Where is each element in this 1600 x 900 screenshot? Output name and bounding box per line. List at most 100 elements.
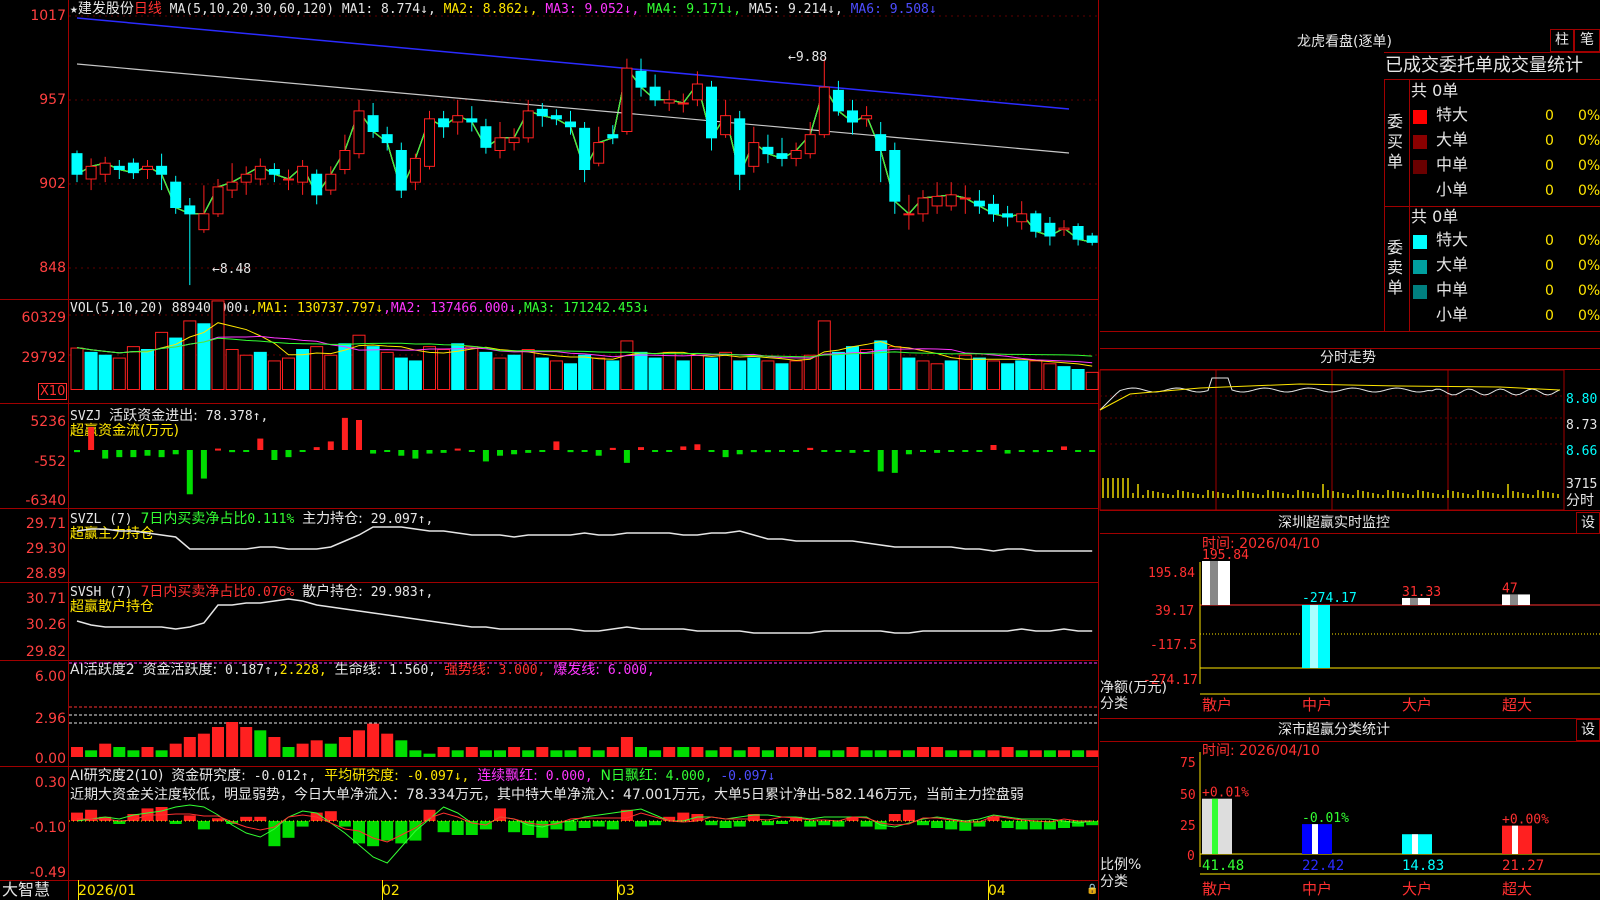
ai1-bar — [395, 740, 408, 757]
svzj-bar — [1089, 450, 1096, 452]
sell-row-pct: 0% — [1578, 258, 1600, 274]
vol-bar — [648, 357, 662, 391]
intraday-vol-bar — [1452, 491, 1454, 498]
vol-bar — [239, 354, 253, 390]
intraday-chart[interactable] — [1099, 369, 1600, 511]
intraday-vol-bar — [1177, 490, 1179, 498]
vol-axis-label: 29792 — [21, 350, 66, 366]
intraday-vol-bar — [1482, 491, 1484, 498]
vol-bar — [437, 349, 451, 390]
high-annotation: ←9.88 — [788, 50, 828, 65]
sell-row-count: 0 — [1545, 308, 1554, 324]
candle-body — [184, 205, 196, 215]
monitor-title: 深圳超赢实时监控 — [1278, 515, 1390, 531]
intraday-vol-bar — [1122, 478, 1124, 498]
intraday-vol-bar — [1427, 492, 1429, 498]
ai1-bar — [776, 747, 788, 757]
ai1-bar — [338, 737, 351, 757]
ai1-bar — [367, 723, 380, 757]
candle-body — [889, 150, 901, 202]
svzj-bar — [313, 447, 320, 450]
candle-body — [522, 110, 534, 139]
svzj-chart[interactable] — [69, 404, 1098, 508]
intraday-title: 分时走势 — [1320, 350, 1376, 366]
ai-activity-chart[interactable] — [69, 661, 1099, 766]
dragon-tabs[interactable]: 已成交委托单成交量统计 — [1385, 56, 1583, 76]
dragon-divider — [1100, 331, 1600, 332]
vol-bar — [380, 351, 394, 390]
intraday-vol-bar — [1407, 494, 1409, 498]
classify-bar-value: 14.83 — [1402, 858, 1444, 874]
vol-bar — [902, 357, 916, 391]
svzj-bar — [849, 450, 856, 453]
svzj-bar — [793, 450, 800, 452]
candle-body — [988, 203, 999, 215]
ai-research-chart[interactable] — [69, 767, 1099, 880]
ai2-bar — [451, 821, 464, 835]
monitor-settings-button[interactable]: 设 — [1576, 512, 1600, 534]
classify-settings-button[interactable]: 设 — [1576, 719, 1600, 741]
svzj-bar — [1018, 450, 1025, 452]
ai2-bar — [888, 814, 901, 821]
svzj-bar — [271, 450, 278, 460]
intraday-divider — [1100, 510, 1600, 511]
intraday-vol-bar — [1552, 493, 1554, 498]
ai2-axis-label: -0.10 — [29, 820, 66, 836]
svzj-bar — [200, 450, 207, 479]
svsh-chart[interactable] — [69, 583, 1098, 660]
intraday-vol-bar — [1137, 484, 1139, 498]
ai2-bar — [71, 812, 83, 821]
ai1-bar — [635, 747, 647, 757]
svzj-bar — [497, 450, 503, 456]
intraday-vol-bar — [1222, 493, 1224, 498]
candle-body — [1030, 213, 1042, 232]
classify-chart[interactable]: +0.01% 41.48 散户 -0.01% 22.42 中户 14.83 大户 +0.00% 2… — [1100, 742, 1600, 900]
sell-row-count: 0 — [1545, 233, 1554, 249]
intraday-vol-bar — [1517, 492, 1519, 498]
ai1-bar — [677, 747, 690, 757]
intraday-vol-bar — [1152, 491, 1154, 498]
intraday-vol-bar — [1547, 492, 1549, 498]
tick-mode-button[interactable]: 笔 — [1574, 29, 1600, 52]
volume-chart[interactable] — [69, 300, 1099, 403]
svzj-bar — [708, 450, 715, 452]
ai1-bar — [874, 750, 887, 757]
intraday-vol-bar — [1432, 493, 1434, 498]
candle-body — [790, 150, 802, 159]
svzj-axis-label: -6340 — [25, 493, 66, 509]
ma120-line — [76, 17, 1070, 110]
candle-body — [691, 83, 703, 101]
ai2-bar — [804, 821, 817, 827]
lock-icon[interactable]: 🔒 — [1086, 884, 1098, 895]
bar-mode-button[interactable]: 柱 — [1550, 29, 1574, 52]
candle-body — [1016, 213, 1028, 223]
ai1-bar — [494, 750, 506, 757]
svzj-bar — [638, 447, 644, 450]
candle-body — [1044, 222, 1056, 237]
svzl-chart[interactable] — [69, 509, 1098, 582]
svzj-bar — [764, 450, 771, 453]
intraday-vol-bar — [1302, 491, 1304, 498]
intraday-vol-bar — [1237, 490, 1239, 498]
price-chart[interactable] — [69, 0, 1098, 299]
ai1-bar — [931, 747, 944, 757]
candle-body — [762, 146, 774, 155]
intraday-vol-bar — [1292, 495, 1294, 498]
svsh-axis-label: 29.82 — [25, 644, 66, 660]
classify-bar-shade — [1212, 798, 1218, 854]
svzj-bar — [440, 450, 447, 453]
low-annotation: ←8.48 — [212, 262, 252, 277]
intraday-vol-bar — [1192, 493, 1194, 498]
intraday-vol-bar — [1447, 490, 1449, 498]
ai1-bar — [719, 747, 732, 757]
vol-bar — [183, 320, 197, 390]
ai2-bar — [1015, 821, 1028, 830]
buy-row-pct: 0% — [1578, 108, 1600, 124]
ai1-bar — [790, 747, 803, 757]
ai2-bar — [508, 821, 521, 833]
ai1-bar — [592, 750, 605, 757]
vol-bar — [408, 360, 422, 390]
monitor-chart[interactable]: 195.84 散户 -274.17 中户 31.33 大户 47 超大 — [1100, 534, 1600, 718]
svzj-bar — [863, 450, 870, 452]
vol-bar — [225, 349, 239, 390]
